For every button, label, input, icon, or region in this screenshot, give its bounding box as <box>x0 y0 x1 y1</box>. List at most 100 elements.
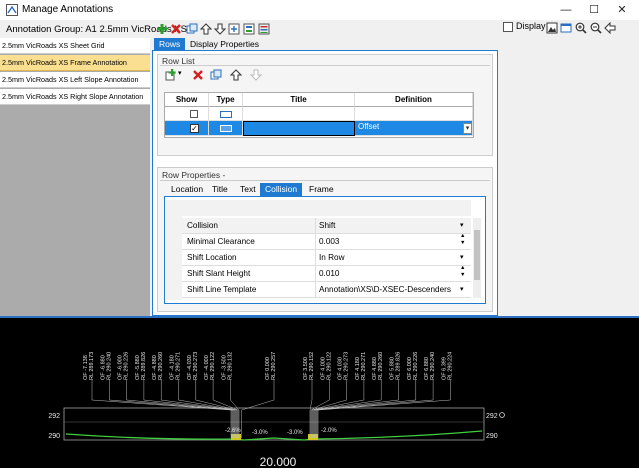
column-header-type[interactable]: Type <box>209 93 243 107</box>
y-label-292-left: 292 <box>48 413 60 420</box>
annotation-list-item[interactable]: 2.5mm VicRoads XS Sheet Grid <box>0 38 150 54</box>
scrollbar-thumb[interactable] <box>474 230 480 280</box>
add-row-icon[interactable] <box>164 68 177 81</box>
spin-icon[interactable]: ▲ ▼ <box>460 233 465 247</box>
row-down-icon[interactable] <box>249 68 262 81</box>
grade-label: -2.6% <box>225 428 241 434</box>
close-button[interactable]: ✕ <box>608 2 636 18</box>
property-grid-gutter <box>166 216 182 300</box>
annotation-list-item-selected[interactable]: 2.5mm VicRoads XS Frame Annotation <box>0 55 150 71</box>
offset-label-text: RL 290.226 <box>124 352 130 380</box>
settings-icon[interactable] <box>257 22 270 35</box>
display-checkbox[interactable] <box>503 22 513 32</box>
zoom-out-icon[interactable] <box>589 21 602 34</box>
ground-line <box>65 430 483 441</box>
move-down-icon[interactable] <box>213 22 226 35</box>
row-properties-title: Row Properties - <box>162 170 226 180</box>
shift-slant-height-input[interactable]: 0.010 <box>315 266 470 281</box>
column-header-show[interactable]: Show <box>165 93 209 107</box>
title-cell-editing[interactable] <box>243 121 355 136</box>
row-show-checkbox-checked[interactable]: ✓ <box>190 124 199 133</box>
divider <box>160 180 490 181</box>
offset-label-text: RL 289.826 <box>396 352 402 380</box>
offset-label-text: RL 290.240 <box>430 352 436 380</box>
property-name: Collision <box>187 221 218 230</box>
zoom-in-icon[interactable] <box>574 21 587 34</box>
y-label-292-right: 292 <box>486 413 498 420</box>
subtab-text[interactable]: Text <box>235 183 261 196</box>
annotation-list-item[interactable]: 2.5mm VicRoads XS Right Slope Annotation <box>0 89 150 105</box>
table-cell[interactable] <box>355 107 473 121</box>
move-up-icon[interactable] <box>199 22 212 35</box>
leader-line <box>109 380 233 438</box>
scrollbar[interactable] <box>473 218 481 298</box>
chevron-down-icon[interactable]: ▾ <box>460 218 464 233</box>
spin-icon[interactable]: ▲ ▼ <box>460 265 465 279</box>
table-cell <box>165 121 209 136</box>
table-cell[interactable] <box>243 107 355 121</box>
subtab-collision[interactable]: Collision <box>260 183 303 196</box>
window-view-icon[interactable] <box>559 21 572 34</box>
property-name: Minimal Clearance <box>187 237 255 246</box>
cross-section-view[interactable]: 292 290 292 290 OF -7.138 RL 289.173 OF -6… <box>0 316 639 468</box>
y-label-290-right: 290 <box>486 433 498 440</box>
offset-label-text: RL 289.826 <box>141 352 147 380</box>
offset-label-text: RL 290.240 <box>106 352 112 380</box>
offset-label-text: RL 290.273 <box>344 352 350 380</box>
chevron-down-icon[interactable]: ▾ <box>460 250 464 265</box>
snap-marker[interactable] <box>499 412 505 418</box>
image-icon[interactable] <box>545 21 558 34</box>
offset-label-text: RL 290.260 <box>378 352 384 380</box>
property-row: Minimal Clearance 0.003 ▲ ▼ <box>182 233 471 250</box>
offset-label-text: RL 290.226 <box>413 352 419 380</box>
grade-label: -2.0% <box>321 428 337 434</box>
offset-label-text: RL 290.132 <box>227 352 233 380</box>
offset-labels: OF -7.138 RL 289.173 OF -6.880 RL 290.240 OF… <box>83 352 453 438</box>
delete-row-icon[interactable] <box>191 68 204 81</box>
subtab-frame[interactable]: Frame <box>304 183 339 196</box>
chevron-down-icon[interactable]: ▾ <box>460 282 464 297</box>
grade-label: -3.0% <box>252 430 268 436</box>
offset-label-text: RL 290.152 <box>309 352 315 380</box>
copy-icon[interactable] <box>185 22 198 35</box>
back-icon[interactable] <box>603 21 616 34</box>
add-icon[interactable] <box>155 22 168 35</box>
import-icon[interactable] <box>227 22 240 35</box>
copy-row-icon[interactable] <box>209 68 222 81</box>
title-bar: Manage Annotations — ☐ ✕ <box>0 0 639 20</box>
annotation-list-item[interactable]: 2.5mm VicRoads XS Left Slope Annotation <box>0 72 150 88</box>
definition-dropdown[interactable]: Offset <box>355 121 473 136</box>
export-icon[interactable] <box>242 22 255 35</box>
chevron-down-icon[interactable]: ▾ <box>178 69 182 77</box>
subtab-location[interactable]: Location <box>166 183 208 196</box>
shift-line-template-dropdown[interactable]: Annotation\XS\D-XSEC-Descenders <box>315 282 470 297</box>
shift-location-dropdown[interactable]: In Row <box>315 250 470 265</box>
offset-label-text: RL 290.271 <box>361 352 367 380</box>
chainage-label: 20.000 <box>260 455 297 468</box>
property-row: Collision Shift ▾ <box>182 218 471 234</box>
subtab-title[interactable]: Title <box>207 183 233 196</box>
delete-icon[interactable] <box>169 22 182 35</box>
minimal-clearance-input[interactable]: 0.003 <box>315 234 470 249</box>
leader-line <box>317 380 451 438</box>
offset-label-text: RL 290.271 <box>176 352 182 380</box>
chevron-down-icon[interactable]: ▾ <box>463 123 472 134</box>
property-row: Shift Line Template Annotation\XS\D-XSEC… <box>182 282 471 298</box>
offset-label-text: RL 290.224 <box>447 352 453 380</box>
minimize-button[interactable]: — <box>552 2 580 18</box>
property-name: Shift Line Template <box>187 285 257 294</box>
collision-dropdown[interactable]: Shift <box>315 218 470 233</box>
offset-label-text: RL 289.173 <box>89 352 95 380</box>
app-icon <box>6 4 18 16</box>
property-grid-header <box>166 200 471 216</box>
display-label: Display <box>516 21 546 31</box>
maximize-button[interactable]: ☐ <box>580 2 608 18</box>
table-cell <box>165 107 209 121</box>
column-header-definition[interactable]: Definition <box>355 93 473 107</box>
column-header-title[interactable]: Title <box>243 93 355 107</box>
row-show-checkbox[interactable] <box>190 110 198 118</box>
offset-label-text: RL 290.122 <box>210 352 216 380</box>
row-up-icon[interactable] <box>229 68 242 81</box>
property-name: Shift Slant Height <box>187 269 251 278</box>
grade-label: -3.0% <box>287 430 303 436</box>
